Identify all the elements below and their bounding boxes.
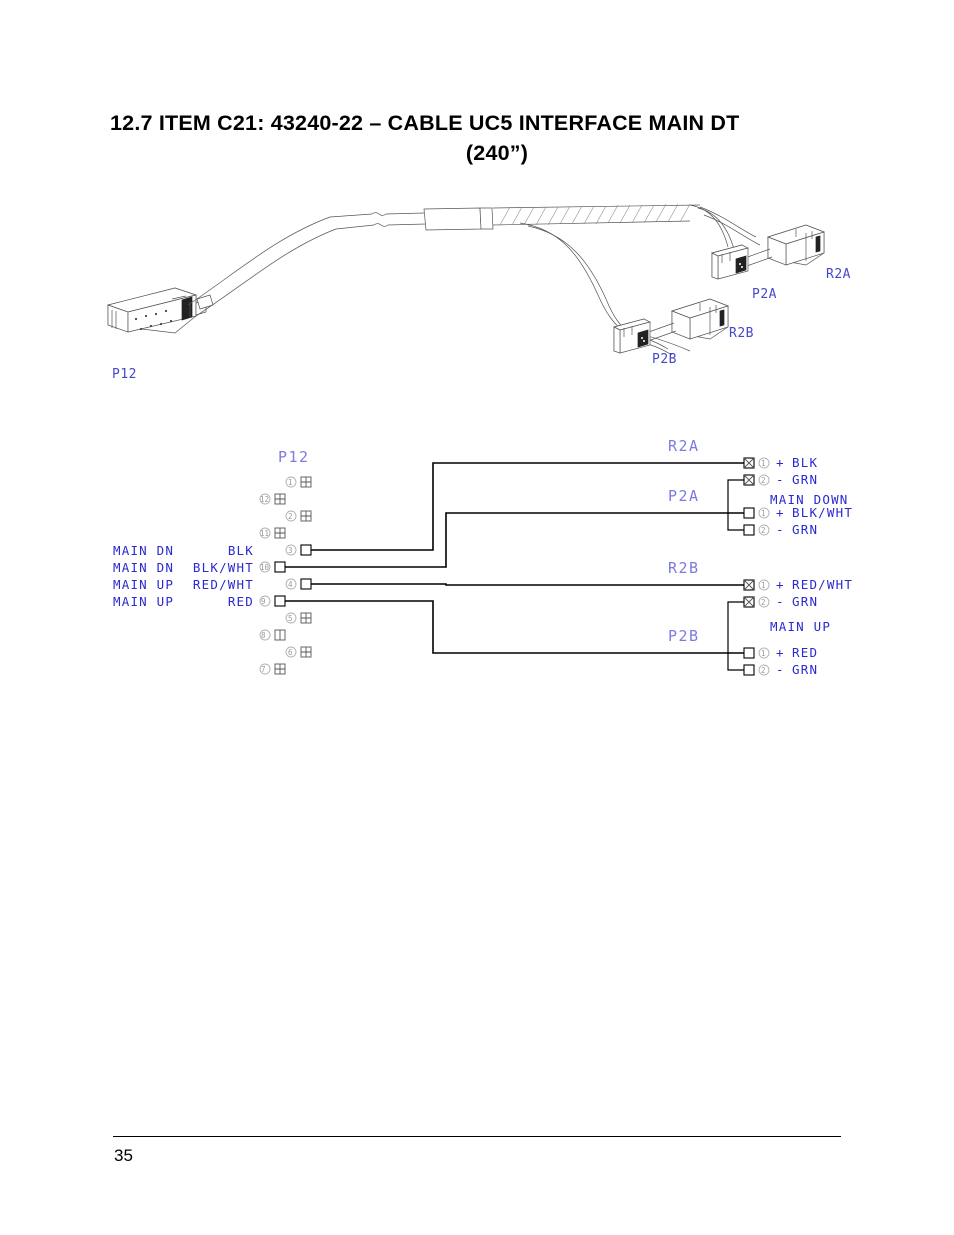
svg-text:2: 2 xyxy=(761,598,766,607)
wire-grn-group-a xyxy=(727,479,744,531)
signal-function-1: MAIN DN xyxy=(113,560,174,575)
svg-text:11: 11 xyxy=(260,529,269,538)
signal-wire-0: BLK xyxy=(228,543,254,558)
p2b-pin-2: 2 - GRN xyxy=(743,662,818,677)
signal-wire-2: RED/WHT xyxy=(193,577,254,592)
group-annotation-main-up: MAIN UP xyxy=(770,619,831,634)
p12-pin-6: 6 xyxy=(285,646,312,658)
page-title: 12.7 ITEM C21: 43240-22 – CABLE UC5 INTE… xyxy=(110,108,844,168)
svg-text:1: 1 xyxy=(761,459,766,468)
wire-grn-group-b xyxy=(727,601,744,671)
cable-assembly-illustration: P12 P2B R2B P2A R2A xyxy=(0,185,954,405)
illustration-label-r2b: R2B xyxy=(729,326,754,341)
p2a-pin-2-polarity: - xyxy=(776,522,785,537)
svg-text:2: 2 xyxy=(761,526,766,535)
p2a-pin-2-wire: GRN xyxy=(792,522,818,537)
svg-text:2: 2 xyxy=(288,512,293,521)
svg-text:6: 6 xyxy=(288,648,293,657)
p12-signal-labels: MAIN DN BLK MAIN DN BLK/WHT MAIN UP RED/… xyxy=(113,543,254,609)
illustration-label-p2b: P2B xyxy=(652,352,677,367)
page-title-line1: 12.7 ITEM C21: 43240-22 – CABLE UC5 INTE… xyxy=(110,111,740,135)
p12-pin-7: 7 xyxy=(259,663,286,675)
p12-pin-10: 10 xyxy=(259,561,286,573)
p12-pin-4: 4 xyxy=(285,578,312,590)
svg-text:7: 7 xyxy=(261,665,266,674)
grn-jumper-links xyxy=(727,479,744,671)
p2b-pin-1-polarity: + xyxy=(776,645,785,660)
p12-pin-5: 5 xyxy=(285,612,312,624)
svg-text:1: 1 xyxy=(761,649,766,658)
schematic-connector-r2b: R2B 1 + RED/WHT 2 - GRN xyxy=(668,559,853,609)
svg-text:3: 3 xyxy=(288,546,293,555)
p2b-pin-2-wire: GRN xyxy=(792,662,818,677)
r2b-pin-2-wire: GRN xyxy=(792,594,818,609)
svg-text:1: 1 xyxy=(288,478,293,487)
r2a-connector-graphic xyxy=(766,224,826,266)
svg-text:5: 5 xyxy=(288,614,293,623)
p2b-pin-1-wire: RED xyxy=(792,645,818,660)
svg-text:12: 12 xyxy=(260,495,269,504)
footer-divider xyxy=(113,1136,841,1137)
p2b-pin-1: 1 + RED xyxy=(743,645,818,660)
schematic-connector-name-r2b: R2B xyxy=(668,559,700,577)
svg-text:1: 1 xyxy=(761,581,766,590)
r2a-pin-2-wire: GRN xyxy=(792,472,818,487)
r2b-pin-1: 1 + RED/WHT xyxy=(743,577,853,592)
r2b-connector-graphic xyxy=(670,298,730,340)
r2a-pin-1-polarity: + xyxy=(776,455,785,470)
p2a-pin-1-wire: BLK/WHT xyxy=(792,505,853,520)
p2a-connector-graphic xyxy=(711,244,749,280)
svg-text:2: 2 xyxy=(761,666,766,675)
p12-pin-9: 9 xyxy=(259,595,286,607)
r2a-pin-1: 1 + BLK xyxy=(743,455,818,470)
p12-pin-11: 11 xyxy=(259,527,286,539)
r2b-pin-1-wire: RED/WHT xyxy=(792,577,853,592)
p2b-connector-graphic xyxy=(613,318,651,354)
svg-text:4: 4 xyxy=(288,580,293,589)
r2a-pin-1-wire: BLK xyxy=(792,455,818,470)
schematic-connector-name-p12: P12 xyxy=(278,448,310,466)
group-annotation-main-down: MAIN DOWN xyxy=(770,492,849,507)
illustration-label-p12: P12 xyxy=(112,367,137,382)
r2b-pin-2-polarity: - xyxy=(776,594,785,609)
p2b-pin-2-polarity: - xyxy=(776,662,785,677)
schematic-connector-name-p2a: P2A xyxy=(668,487,700,505)
r2a-pin-2: 2 - GRN xyxy=(743,472,818,487)
p12-pin-1: 1 xyxy=(285,476,312,488)
signal-function-3: MAIN UP xyxy=(113,594,174,609)
svg-text:2: 2 xyxy=(761,476,766,485)
svg-text:8: 8 xyxy=(261,631,266,640)
wiring-schematic: P12 1 12 2 11 5 8 6 7 3 10 4 9 MAIN DN B… xyxy=(0,425,954,705)
p2a-pin-2: 2 - GRN xyxy=(743,522,818,537)
wire-redwht-p12-4-to-r2b-1 xyxy=(311,583,744,586)
p12-pin-3: 3 xyxy=(285,544,312,556)
svg-text:10: 10 xyxy=(260,563,270,572)
r2a-pin-2-polarity: - xyxy=(776,472,785,487)
svg-text:9: 9 xyxy=(261,597,266,606)
illustration-label-r2a: R2A xyxy=(826,267,851,282)
illustration-label-p2a: P2A xyxy=(752,287,777,302)
p12-pin-2: 2 xyxy=(285,510,312,522)
r2b-pin-2: 2 - GRN xyxy=(743,594,818,609)
p12-connected-pins: 3 10 4 9 xyxy=(259,544,312,607)
signal-wire-1: BLK/WHT xyxy=(193,560,254,575)
p12-connector-graphic xyxy=(106,287,214,334)
page-number: 35 xyxy=(114,1146,133,1165)
p12-pin-8: 8 xyxy=(259,629,286,641)
signal-function-2: MAIN UP xyxy=(113,577,174,592)
wire-blk-p12-3-to-r2a-1 xyxy=(311,462,744,551)
p2a-pin-1: 1 + BLK/WHT xyxy=(743,505,853,520)
signal-function-0: MAIN DN xyxy=(113,543,174,558)
schematic-connector-name-r2a: R2A xyxy=(668,437,700,455)
p12-pin-12: 12 xyxy=(259,493,286,505)
p2a-pin-1-polarity: + xyxy=(776,505,785,520)
page-title-line2: (240”) xyxy=(465,141,529,165)
r2b-pin-1-polarity: + xyxy=(776,577,785,592)
svg-text:1: 1 xyxy=(761,509,766,518)
schematic-connector-name-p2b: P2B xyxy=(668,627,700,645)
p12-unconnected-pins: 1 12 2 11 5 8 6 7 xyxy=(259,476,312,675)
signal-wire-3: RED xyxy=(228,594,254,609)
